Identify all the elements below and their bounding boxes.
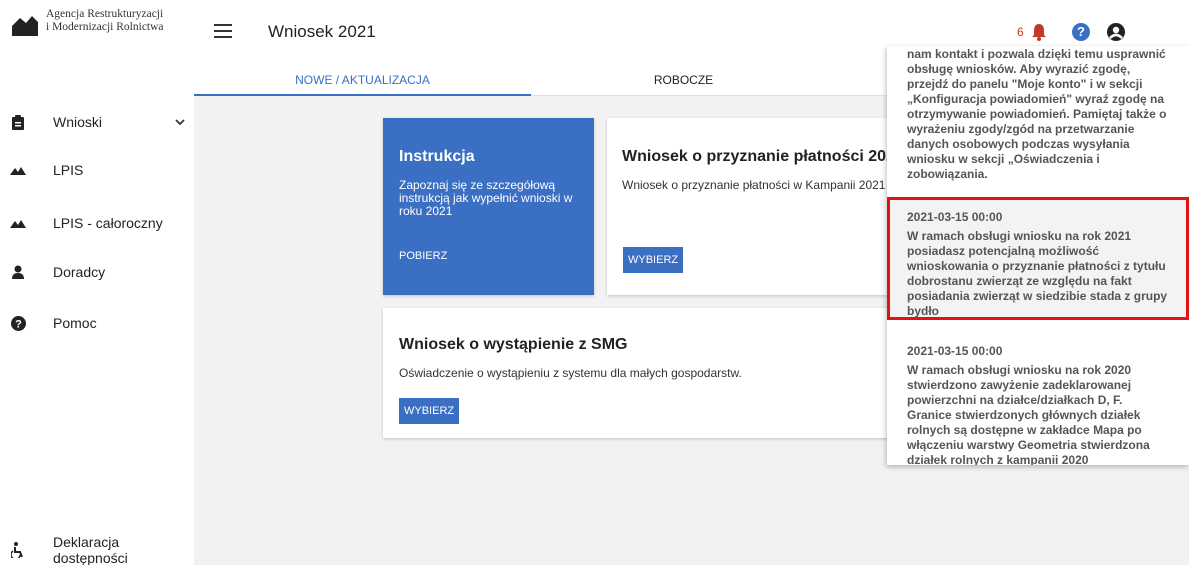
card-description: Wniosek o przyznanie płatności w Kampani… xyxy=(622,178,886,192)
person-icon xyxy=(10,264,26,280)
tab-robocze[interactable]: ROBOCZE xyxy=(531,64,836,96)
sidebar-item-pomoc[interactable]: ? Pomoc xyxy=(0,303,194,343)
tab-label: NOWE / AKTUALIZACJA xyxy=(295,73,430,87)
clipboard-icon xyxy=(10,114,26,130)
sidebar-item-label: Pomoc xyxy=(53,315,97,331)
notification-date: 2021-03-15 00:00 xyxy=(907,344,1003,358)
terrain-icon xyxy=(10,215,26,231)
notification-text: W ramach obsługi wniosku na rok 2021 pos… xyxy=(907,229,1168,318)
arimr-logo-icon xyxy=(10,8,40,38)
wniosek-smg-card: Wniosek o wystąpienie z SMG Oświadczenie… xyxy=(383,308,897,438)
tab-label: ROBOCZE xyxy=(653,73,714,87)
download-button[interactable]: POBIERZ xyxy=(399,250,447,262)
svg-text:?: ? xyxy=(15,318,22,330)
help-button[interactable]: ? xyxy=(1072,23,1090,41)
page-title: Wniosek 2021 xyxy=(268,22,376,41)
logo-line-2: i Modernizacji Rolnictwa xyxy=(46,21,164,33)
card-description: Oświadczenie o wystąpieniu z systemu dla… xyxy=(399,366,742,380)
card-title: Instrukcja xyxy=(399,148,475,165)
notification-item[interactable]: 2021-03-15 00:00 W ramach obsługi wniosk… xyxy=(887,335,1189,465)
notifications-panel: nam kontakt i pozwala dzięki temu uspraw… xyxy=(887,46,1189,465)
accessibility-icon xyxy=(10,542,26,558)
account-icon[interactable] xyxy=(1106,22,1126,42)
notification-count: 6 xyxy=(1017,25,1024,39)
sidebar-item-label: LPIS xyxy=(53,162,84,178)
notification-text: W ramach obsługi wniosku na rok 2020 stw… xyxy=(907,363,1150,465)
notification-text: nam kontakt i pozwala dzięki temu uspraw… xyxy=(907,47,1167,181)
tab-nowe-aktualizacja[interactable]: NOWE / AKTUALIZACJA xyxy=(194,64,531,96)
select-button[interactable]: WYBIERZ xyxy=(623,247,684,273)
select-button[interactable]: WYBIERZ xyxy=(399,398,460,424)
logo-line-1: Agencja Restrukturyzacji xyxy=(46,8,164,20)
card-description: Zapoznaj się ze szczegółową instrukcją j… xyxy=(399,178,573,218)
notification-item[interactable]: nam kontakt i pozwala dzięki temu uspraw… xyxy=(887,46,1189,182)
sidebar-item-wnioski[interactable]: Wnioski xyxy=(0,102,194,142)
arimr-logo[interactable]: Agencja Restrukturyzacji i Modernizacji … xyxy=(10,8,164,38)
sidebar-item-lpis[interactable]: LPIS xyxy=(0,150,194,190)
card-title: Wniosek o przyznanie płatności 2021 xyxy=(622,148,897,165)
menu-icon[interactable] xyxy=(214,24,232,38)
chevron-down-icon xyxy=(175,115,185,129)
wniosek-platnosci-card: Wniosek o przyznanie płatności 2021 Wnio… xyxy=(607,118,897,295)
notification-date: 2021-03-15 00:00 xyxy=(907,210,1003,224)
notification-item-highlighted[interactable]: 2021-03-15 00:00 W ramach obsługi wniosk… xyxy=(887,197,1189,320)
sidebar-footer-label: Deklaracja dostępności xyxy=(53,534,128,565)
sidebar-item-lpis-caloroczny[interactable]: LPIS - całoroczny xyxy=(0,203,194,243)
sidebar-item-doradcy[interactable]: Doradcy xyxy=(0,252,194,292)
sidebar-item-label: LPIS - całoroczny xyxy=(53,215,163,231)
sidebar-item-label: Wnioski xyxy=(53,114,103,130)
card-title: Wniosek o wystąpienie z SMG xyxy=(399,336,628,353)
sidebar: Agencja Restrukturyzacji i Modernizacji … xyxy=(0,0,194,565)
sidebar-item-label: Doradcy xyxy=(53,264,106,280)
sidebar-item-accessibility[interactable]: Deklaracja dostępności xyxy=(0,530,194,565)
instrukcja-card: Instrukcja Zapoznaj się ze szczegółową i… xyxy=(383,118,594,295)
help-icon: ? xyxy=(10,315,26,331)
terrain-icon xyxy=(10,162,26,178)
bell-icon[interactable] xyxy=(1031,23,1047,41)
